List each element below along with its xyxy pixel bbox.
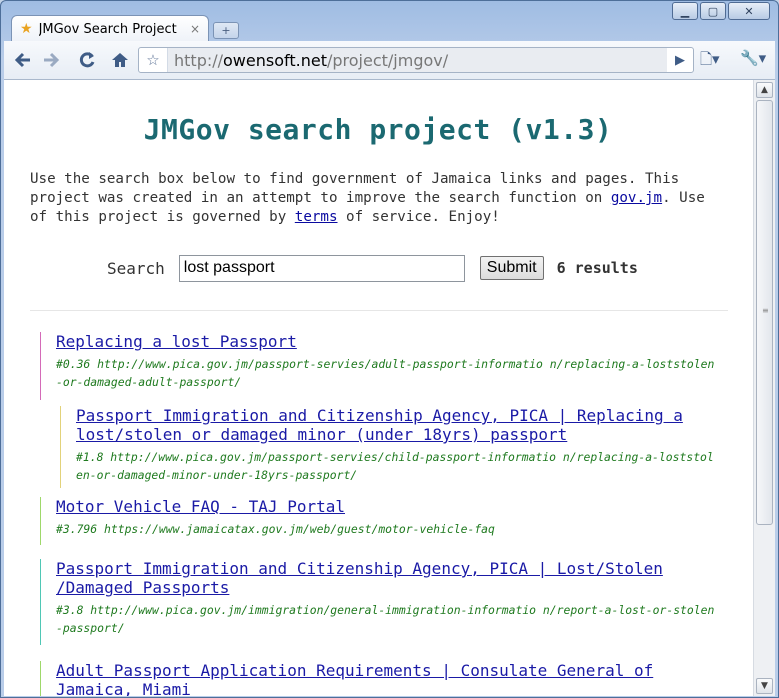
intro-paragraph: Use the search box below to find governm… xyxy=(30,170,730,227)
result-item: Adult Passport Application Requirements … xyxy=(40,661,720,696)
maximize-button[interactable]: ▢ xyxy=(700,2,726,20)
back-arrow-icon[interactable] xyxy=(10,47,36,73)
page-menu-icon[interactable]: 🗋▾ xyxy=(700,49,720,74)
result-link[interactable]: Motor Vehicle FAQ - TAJ Portal xyxy=(56,497,720,516)
browser-toolbar: ☆ http://owensoft.net/project/jmgov/ ▶ 🗋… xyxy=(4,41,775,80)
scrollbar-thumb[interactable]: ≡ xyxy=(756,100,773,525)
divider xyxy=(30,310,728,311)
result-meta: #1.8 http://www.pica.gov.jm/passport-ser… xyxy=(76,450,714,482)
forward-arrow-icon[interactable] xyxy=(38,47,64,73)
url-scheme: http:// xyxy=(174,50,224,70)
result-count: 6 results xyxy=(556,259,638,277)
close-tab-icon[interactable]: × xyxy=(190,22,200,36)
star-favicon-icon: ★ xyxy=(20,21,33,37)
result-link[interactable]: Replacing a lost Passport xyxy=(56,332,720,351)
result-meta: #3.796 https://www.jamaicatax.gov.jm/web… xyxy=(56,522,495,536)
home-icon[interactable] xyxy=(107,47,133,73)
minimize-button[interactable]: ▁ xyxy=(672,2,698,20)
go-arrow-icon[interactable]: ▶ xyxy=(667,53,693,68)
browser-window: ▁ ▢ ✕ ★ JMGov Search Project × + ☆ http:… xyxy=(0,0,779,698)
intro-text-3: of service. Enjoy! xyxy=(337,209,500,225)
tab-title: JMGov Search Project xyxy=(38,21,177,37)
result-link[interactable]: Passport Immigration and Citizenship Age… xyxy=(76,406,720,444)
result-item: Replacing a lost Passport #0.36 http://w… xyxy=(40,332,720,400)
submit-button[interactable]: Submit xyxy=(479,256,544,280)
page-viewport: JMGov search project (v1.3) Use the sear… xyxy=(4,80,775,696)
result-meta: #3.8 http://www.pica.gov.jm/immigration/… xyxy=(56,603,715,635)
close-window-button[interactable]: ✕ xyxy=(728,2,770,20)
result-link[interactable]: Adult Passport Application Requirements … xyxy=(56,661,720,696)
url-host: owensoft.net xyxy=(223,50,327,70)
page-title: JMGov search project (v1.3) xyxy=(143,113,613,146)
result-item: Motor Vehicle FAQ - TAJ Portal #3.796 ht… xyxy=(40,497,720,545)
result-meta: #0.36 http://www.pica.gov.jm/passport-se… xyxy=(56,357,715,389)
bookmark-star-icon[interactable]: ☆ xyxy=(139,48,168,72)
search-label: Search xyxy=(107,258,165,278)
terms-link[interactable]: terms xyxy=(295,209,338,225)
address-bar[interactable]: ☆ http://owensoft.net/project/jmgov/ ▶ xyxy=(138,47,694,73)
window-controls: ▁ ▢ ✕ xyxy=(672,2,770,20)
vertical-scrollbar[interactable]: ▲ ≡ ▼ xyxy=(753,80,775,696)
result-item: Passport Immigration and Citizenship Age… xyxy=(40,559,720,645)
result-link[interactable]: Passport Immigration and Citizenship Age… xyxy=(56,559,720,597)
url-path: /project/jmgov/ xyxy=(326,50,449,70)
browser-tab[interactable]: ★ JMGov Search Project × xyxy=(11,15,209,42)
url-text[interactable]: http://owensoft.net/project/jmgov/ xyxy=(168,48,667,72)
search-input[interactable] xyxy=(178,254,465,282)
reload-icon[interactable] xyxy=(74,47,100,73)
new-tab-button[interactable]: + xyxy=(213,22,239,39)
scroll-down-arrow-icon[interactable]: ▼ xyxy=(756,678,773,694)
wrench-menu-icon[interactable]: 🔧▾ xyxy=(740,49,766,67)
search-form: Search Submit 6 results xyxy=(107,254,638,282)
scrollbar-grip-icon: ≡ xyxy=(762,306,769,315)
result-item: Passport Immigration and Citizenship Age… xyxy=(60,406,720,488)
gov-jm-link[interactable]: gov.jm xyxy=(611,190,662,206)
intro-text-1: Use the search box below to find governm… xyxy=(30,171,680,206)
scroll-up-arrow-icon[interactable]: ▲ xyxy=(756,82,773,98)
